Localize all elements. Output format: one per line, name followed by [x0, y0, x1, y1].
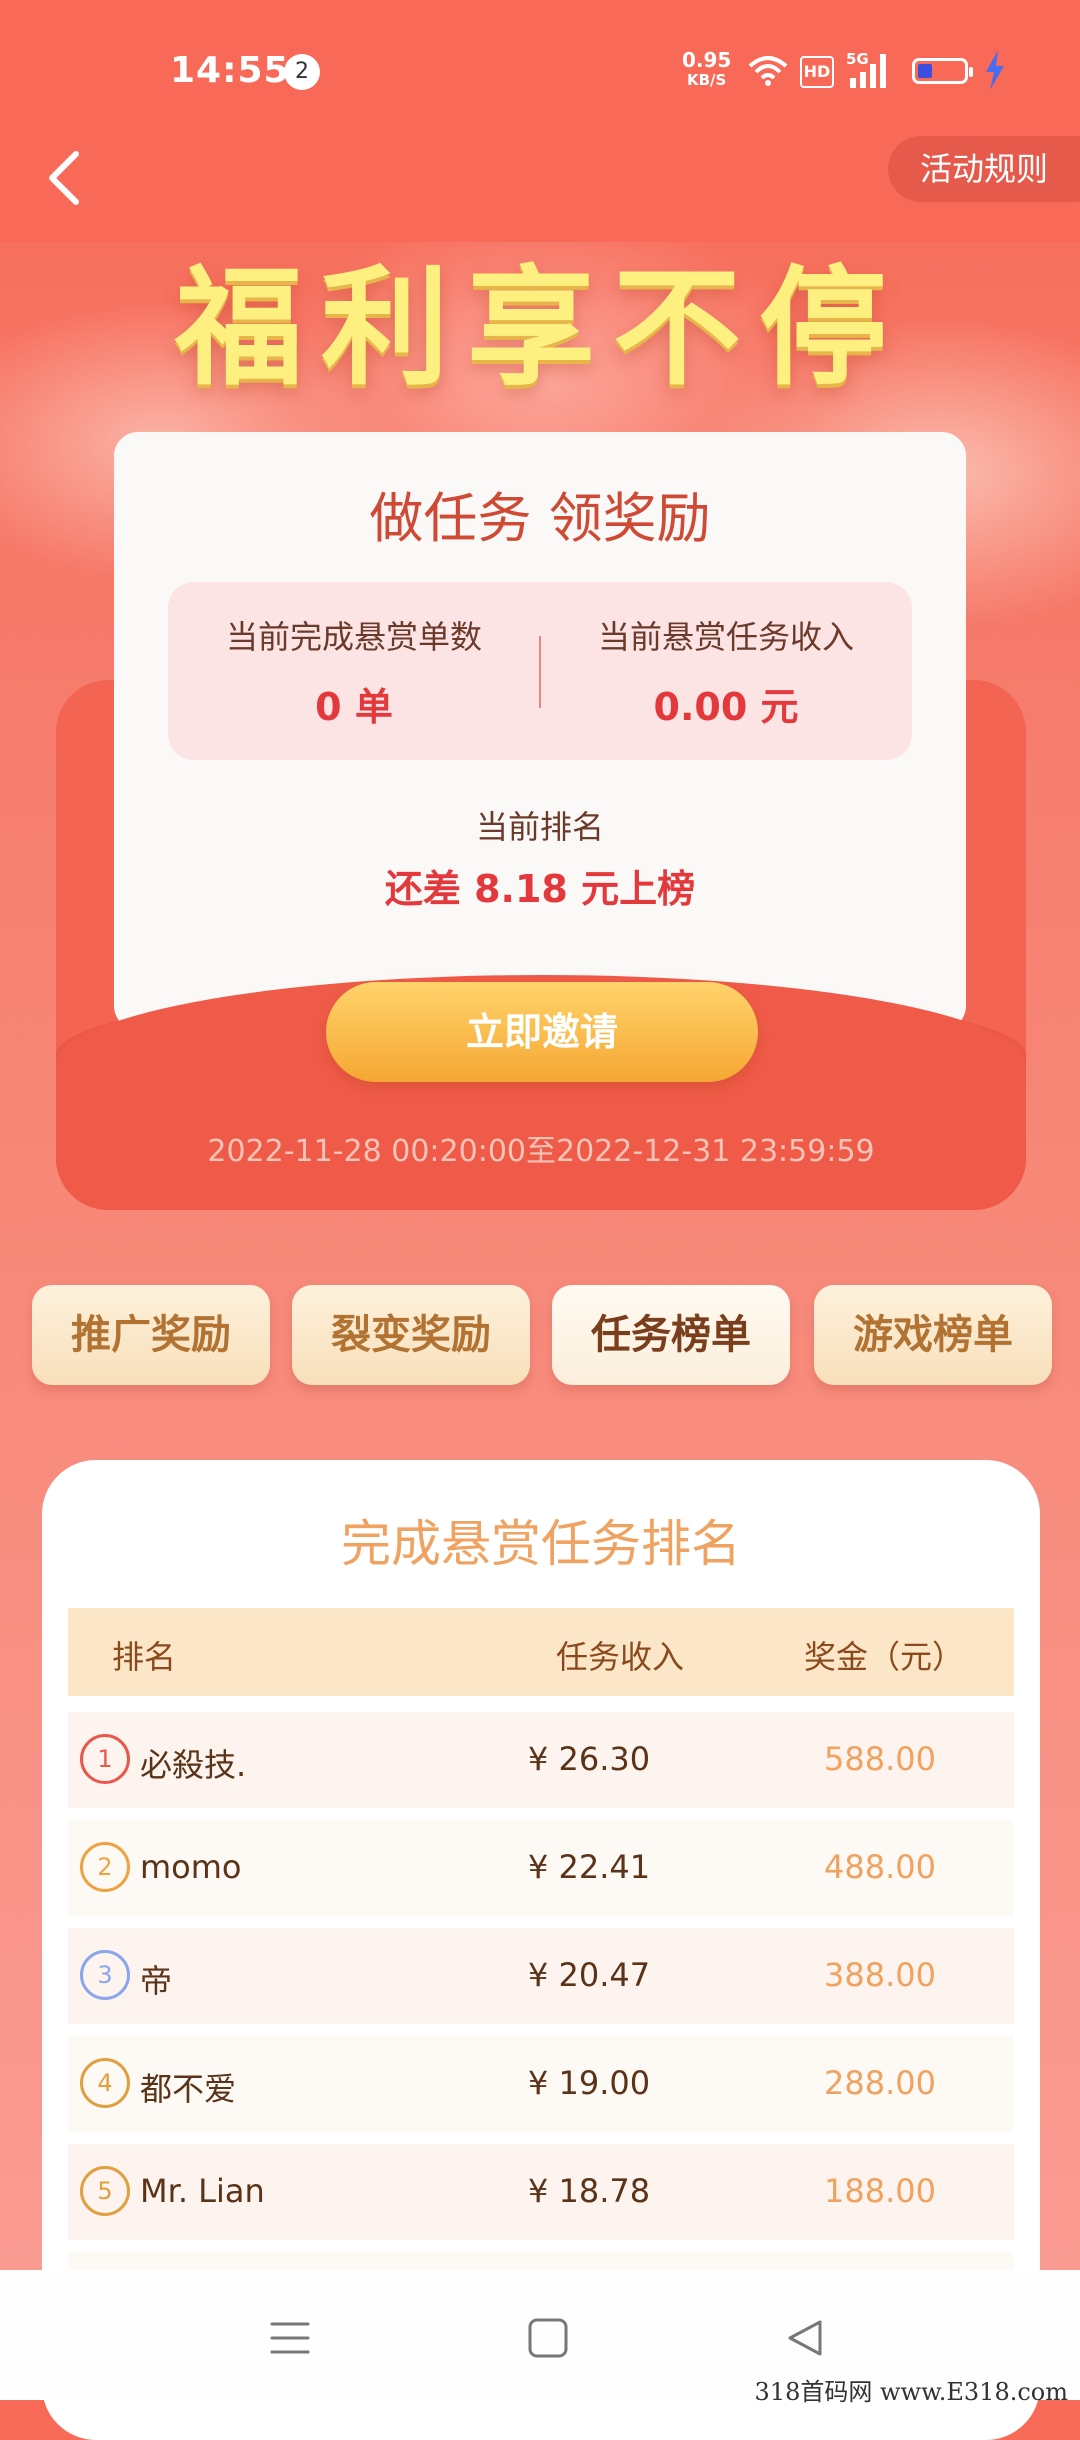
tab-game-leaderboard[interactable]: 游戏榜单 [814, 1285, 1052, 1385]
menu-icon [270, 2322, 310, 2354]
stats-panel: 当前完成悬赏单数 0 单 当前悬赏任务收入 0.00 元 [168, 582, 912, 760]
rank-badge: 4 [80, 2058, 130, 2108]
bonus-amount: 488.00 [824, 1848, 936, 1886]
activity-rules-button[interactable]: 活动规则 [888, 136, 1080, 202]
task-income: ¥ 22.41 [528, 1848, 651, 1886]
income-label: 当前悬赏任务收入 [597, 618, 854, 656]
table-header: 排名 任务收入 奖金（元） [68, 1608, 1014, 1696]
orders-value: 0 单 [315, 685, 393, 729]
tab-fission-reward[interactable]: 裂变奖励 [292, 1285, 530, 1385]
bonus-amount: 288.00 [824, 2064, 936, 2102]
user-name: 都不爱 [140, 2070, 237, 2108]
app-header [0, 0, 1080, 242]
charging-icon [986, 50, 1004, 90]
tab-bar: 推广奖励 裂变奖励 任务榜单 游戏榜单 [32, 1285, 1052, 1385]
bonus-amount: 588.00 [824, 1740, 936, 1778]
chevron-left-icon [49, 151, 79, 205]
orders-label: 当前完成悬赏单数 [225, 618, 482, 656]
status-bar: 14:55 2 0.95 KB/S HD 5G [0, 44, 1080, 100]
orders-stat: 当前完成悬赏单数 0 单 [168, 612, 540, 731]
tab-promotion-reward[interactable]: 推广奖励 [32, 1285, 270, 1385]
task-income: ¥ 26.30 [528, 1740, 651, 1778]
cellular-signal-icon: 5G [846, 50, 886, 88]
net-speed-value: 0.95 [682, 48, 732, 72]
table-row: 4 都不爱 ¥ 19.00 288.00 [68, 2036, 1014, 2132]
header-income: 任务收入 [556, 1638, 685, 1676]
task-income: ¥ 19.00 [528, 2064, 651, 2102]
hd-icon: HD [800, 56, 834, 88]
rank-badge: 3 [80, 1950, 130, 2000]
user-name: 必殺技. [140, 1746, 247, 1784]
svg-text:5G: 5G [846, 50, 869, 68]
table-row: 1 必殺技. ¥ 26.30 588.00 [68, 1712, 1014, 1808]
rank-badge: 2 [80, 1842, 130, 1892]
table-row: 2 momo ¥ 22.41 488.00 [68, 1820, 1014, 1916]
income-stat: 当前悬赏任务收入 0.00 元 [540, 612, 912, 731]
task-income: ¥ 18.78 [528, 2172, 651, 2210]
header-rank: 排名 [112, 1638, 177, 1676]
current-rank-value: 还差 8.18 元上榜 [384, 867, 696, 911]
income-value: 0.00 元 [653, 685, 799, 729]
bonus-amount: 388.00 [824, 1956, 936, 1994]
banner-title: 福利享不停 [174, 254, 905, 403]
clock: 14:55 [170, 50, 290, 91]
rank-badge: 5 [80, 2166, 130, 2216]
current-rank-label: 当前排名 [475, 808, 604, 846]
back-nav-button[interactable] [776, 2308, 836, 2368]
task-income: ¥ 20.47 [528, 1956, 651, 1994]
menu-nav-button[interactable] [260, 2308, 320, 2368]
wifi-icon [748, 56, 788, 86]
invite-button[interactable]: 立即邀请 [326, 982, 758, 1082]
user-name: Mr. Lian [140, 2172, 265, 2210]
header-bonus: 奖金（元） [804, 1638, 965, 1676]
activity-period: 2022-11-28 00:20:00至2022-12-31 23:59:59 [207, 1134, 875, 1169]
watermark-text: 318首码网 www.E318.com [754, 2378, 1068, 2406]
rank-badge: 1 [80, 1734, 130, 1784]
leaderboard-title: 完成悬赏任务排名 [341, 1515, 741, 1573]
user-name: momo [140, 1848, 242, 1886]
table-row: 5 Mr. Lian ¥ 18.78 188.00 [68, 2144, 1014, 2240]
card-title: 做任务 领奖励 [369, 487, 711, 550]
network-speed: 0.95 KB/S [682, 50, 731, 90]
tab-task-leaderboard[interactable]: 任务榜单 [552, 1285, 790, 1385]
square-icon [528, 2318, 568, 2358]
task-card: 做任务 领奖励 当前完成悬赏单数 0 单 当前悬赏任务收入 0.00 元 当前排… [114, 432, 966, 1030]
back-button[interactable] [36, 138, 92, 214]
home-nav-button[interactable] [518, 2308, 578, 2368]
net-speed-unit: KB/S [687, 71, 727, 89]
battery-icon [912, 58, 973, 84]
user-name: 帝 [140, 1962, 173, 2000]
bonus-amount: 188.00 [824, 2172, 936, 2210]
triangle-back-icon [788, 2320, 822, 2356]
table-row: 3 帝 ¥ 20.47 388.00 [68, 1928, 1014, 2024]
notification-badge: 2 [284, 54, 320, 90]
